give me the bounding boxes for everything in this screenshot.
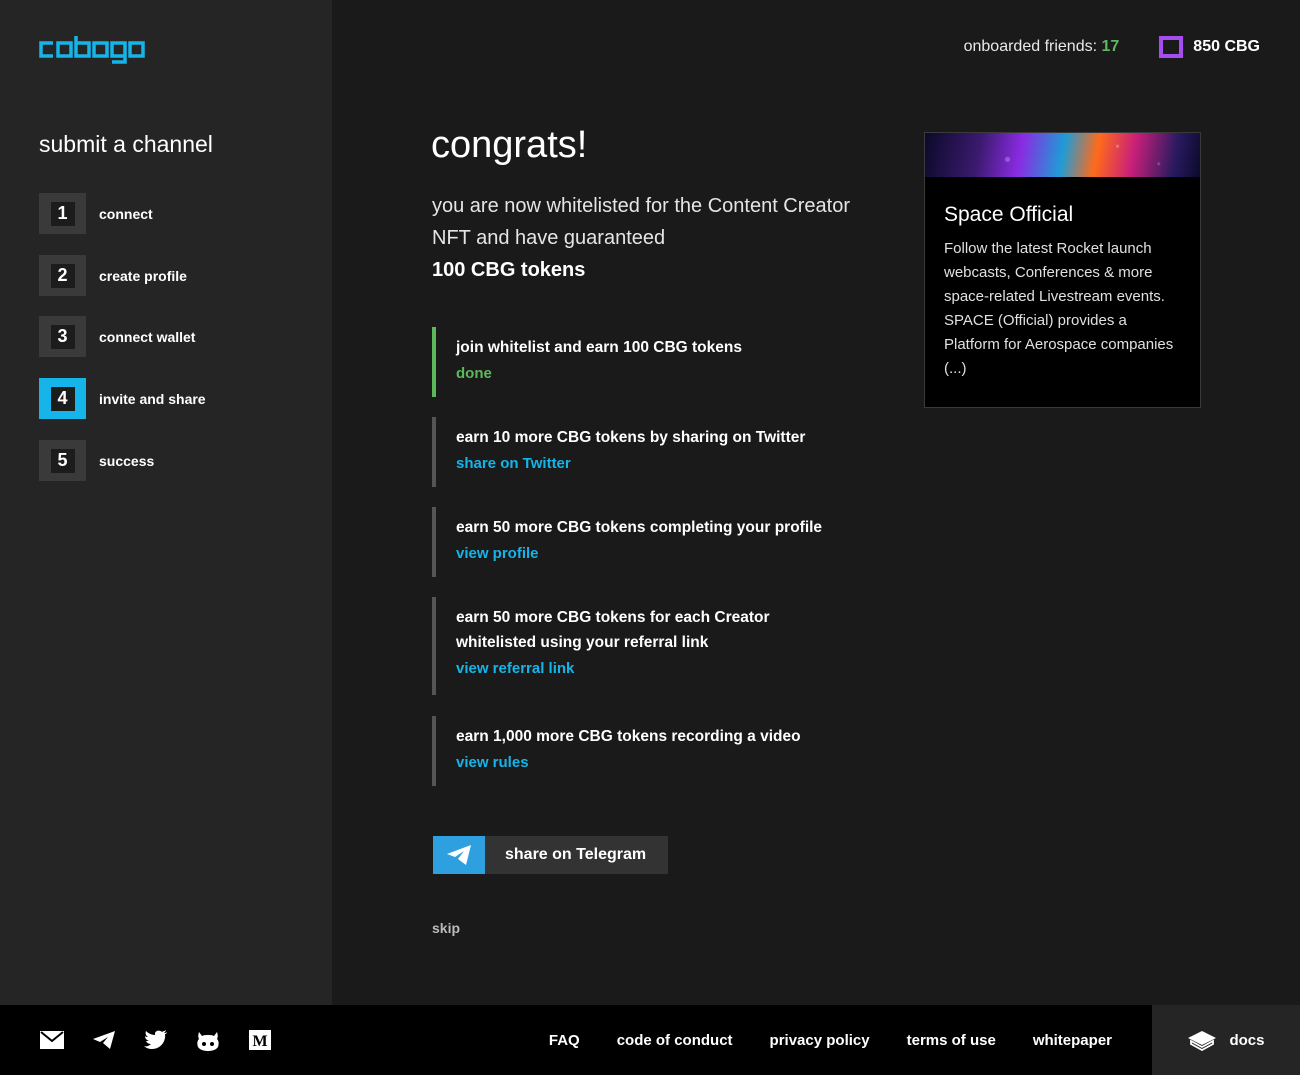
social-links: M	[39, 1005, 299, 1075]
step-connect-wallet[interactable]: 3 connect wallet	[39, 316, 279, 357]
telegram-icon[interactable]	[91, 1027, 117, 1053]
cobogo-logo[interactable]	[39, 36, 161, 64]
task-record-video: earn 1,000 more CBG tokens recording a v…	[432, 716, 862, 786]
header-stats: onboarded friends: 17 850 CBG	[964, 36, 1260, 58]
task-status-done: done	[456, 365, 492, 382]
onboarded-friends: onboarded friends: 17	[964, 38, 1120, 56]
step-number-box: 4	[39, 378, 86, 419]
footer: M FAQ code of conduct privacy policy ter…	[0, 1005, 1300, 1075]
step-label: success	[99, 452, 155, 469]
view-rules-link[interactable]: view rules	[456, 752, 529, 774]
task-title: join whitelist and earn 100 CBG tokens	[456, 339, 742, 356]
task-title: earn 10 more CBG tokens by sharing on Tw…	[456, 429, 806, 446]
step-label: create profile	[99, 267, 187, 284]
twitter-icon[interactable]	[143, 1027, 169, 1053]
channel-title: Space Official	[944, 203, 1074, 226]
channel-card: Space Official Follow the latest Rocket …	[924, 132, 1201, 408]
step-label: connect	[99, 205, 153, 222]
step-number: 3	[50, 324, 75, 349]
task-referral: earn 50 more CBG tokens for each Creator…	[432, 597, 832, 695]
step-create-profile[interactable]: 2 create profile	[39, 255, 279, 296]
sidebar-title: submit a channel	[39, 131, 213, 157]
mail-icon[interactable]	[39, 1027, 65, 1053]
step-invite-and-share[interactable]: 4 invite and share	[39, 378, 279, 419]
skip-link[interactable]: skip	[432, 920, 460, 936]
sidebar: submit a channel 1 connect 2 create prof…	[0, 0, 332, 1005]
medium-icon[interactable]: M	[247, 1027, 273, 1053]
step-success[interactable]: 5 success	[39, 440, 279, 481]
task-title: earn 1,000 more CBG tokens recording a v…	[456, 728, 801, 745]
friends-label: onboarded friends:	[963, 38, 1098, 55]
share-telegram-button[interactable]: share on Telegram	[433, 836, 668, 874]
step-number: 1	[50, 201, 75, 226]
step-label: invite and share	[99, 390, 206, 407]
friends-count: 17	[1101, 38, 1120, 55]
step-number: 5	[50, 448, 75, 473]
telegram-icon	[433, 836, 485, 874]
step-number: 4	[50, 386, 75, 411]
step-number-box: 3	[39, 316, 86, 357]
step-number-box: 2	[39, 255, 86, 296]
docs-label: docs	[1229, 1031, 1265, 1049]
share-twitter-link[interactable]: share on Twitter	[456, 453, 571, 475]
footer-links: FAQ code of conduct privacy policy terms…	[512, 1005, 1112, 1075]
channel-description: Follow the latest Rocket launch webcasts…	[944, 240, 1174, 377]
docs-button[interactable]: docs	[1152, 1005, 1300, 1075]
telegram-button-label: share on Telegram	[505, 846, 647, 863]
code-of-conduct-link[interactable]: code of conduct	[617, 1032, 733, 1049]
whitepaper-link[interactable]: whitepaper	[1033, 1032, 1112, 1049]
task-share-twitter: earn 10 more CBG tokens by sharing on Tw…	[432, 417, 862, 487]
step-number-box: 1	[39, 193, 86, 234]
balance-value: 850 CBG	[1193, 38, 1260, 55]
page-title: congrats!	[431, 124, 588, 166]
channel-banner-image	[925, 133, 1200, 177]
terms-of-use-link[interactable]: terms of use	[907, 1032, 996, 1049]
faq-link[interactable]: FAQ	[549, 1032, 580, 1049]
intro-message: you are now whitelisted for the Content …	[432, 195, 850, 249]
task-title: earn 50 more CBG tokens for each Creator…	[456, 609, 770, 651]
step-label: connect wallet	[99, 328, 196, 345]
task-complete-profile: earn 50 more CBG tokens completing your …	[432, 507, 862, 577]
intro-tokens: 100 CBG tokens	[432, 259, 586, 281]
view-referral-link[interactable]: view referral link	[456, 658, 574, 680]
github-icon[interactable]	[195, 1027, 221, 1053]
step-connect[interactable]: 1 connect	[39, 193, 279, 234]
intro-text: you are now whitelisted for the Content …	[432, 190, 852, 286]
step-number: 2	[50, 263, 75, 288]
wallet-balance[interactable]: 850 CBG	[1159, 36, 1260, 58]
task-title: earn 50 more CBG tokens completing your …	[456, 519, 823, 536]
step-number-box: 5	[39, 440, 86, 481]
token-icon	[1159, 36, 1184, 58]
book-icon	[1188, 1031, 1217, 1051]
view-profile-link[interactable]: view profile	[456, 543, 539, 565]
task-join-whitelist: join whitelist and earn 100 CBG tokens d…	[432, 327, 862, 397]
privacy-policy-link[interactable]: privacy policy	[770, 1032, 870, 1049]
svg-text:M: M	[252, 1033, 267, 1050]
